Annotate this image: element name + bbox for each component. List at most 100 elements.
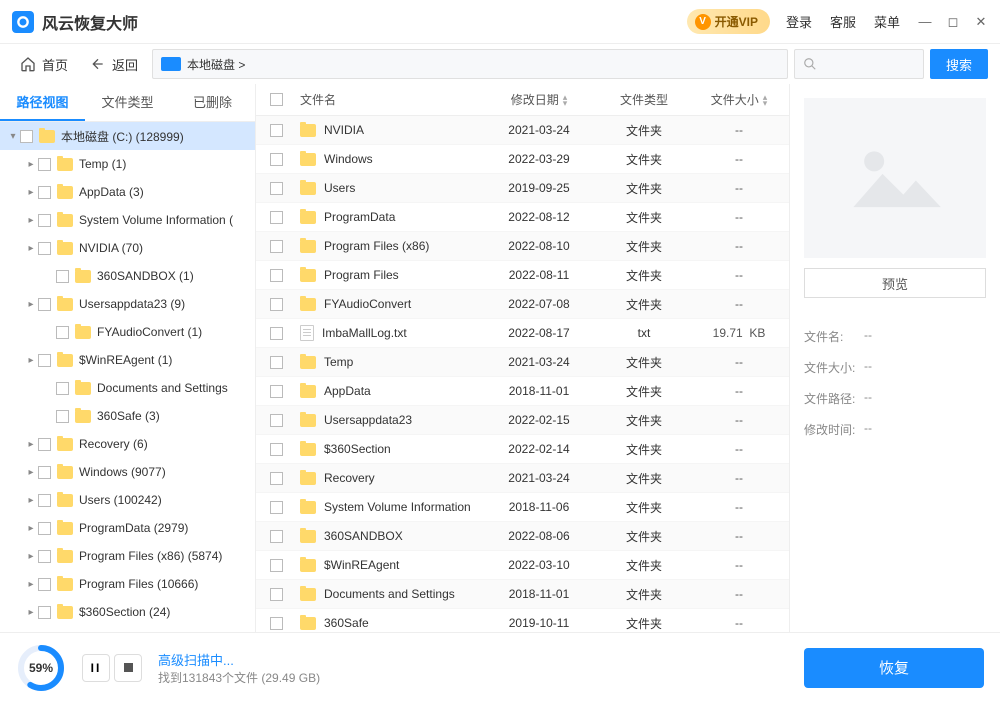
row-checkbox[interactable] <box>270 414 283 427</box>
row-checkbox[interactable] <box>270 327 283 340</box>
home-button[interactable]: 首页 <box>12 51 76 78</box>
tree-item[interactable]: ▸Temp (1) <box>0 150 255 178</box>
tree-item[interactable]: ▸System Volume Information ( <box>0 206 255 234</box>
tree-checkbox[interactable] <box>38 438 51 451</box>
file-row[interactable]: Recovery2021-03-24文件夹-- <box>256 464 789 493</box>
close-icon[interactable]: ✕ <box>974 14 988 30</box>
file-row[interactable]: 360SANDBOX2022-08-06文件夹-- <box>256 522 789 551</box>
file-row[interactable]: ImbaMallLog.txt2022-08-17txt19.71 KB <box>256 319 789 348</box>
stop-button[interactable] <box>114 654 142 682</box>
file-row[interactable]: Documents and Settings2018-11-01文件夹-- <box>256 580 789 609</box>
row-checkbox[interactable] <box>270 385 283 398</box>
row-checkbox[interactable] <box>270 269 283 282</box>
row-checkbox[interactable] <box>270 588 283 601</box>
tree-item[interactable]: ▸$360Section (24) <box>0 598 255 626</box>
recover-button[interactable]: 恢复 <box>804 648 984 688</box>
file-row[interactable]: Usersappdata232022-02-15文件夹-- <box>256 406 789 435</box>
tree-checkbox[interactable] <box>38 578 51 591</box>
tree-checkbox[interactable] <box>38 606 51 619</box>
back-button[interactable]: 返回 <box>82 51 146 78</box>
vip-button[interactable]: V 开通VIP <box>687 9 770 34</box>
tab-deleted[interactable]: 已删除 <box>170 84 255 121</box>
tree-checkbox[interactable] <box>56 270 69 283</box>
file-row[interactable]: FYAudioConvert2022-07-08文件夹-- <box>256 290 789 319</box>
tree-checkbox[interactable] <box>38 466 51 479</box>
row-checkbox[interactable] <box>270 298 283 311</box>
tree-item[interactable]: ▸ProgramData (2979) <box>0 514 255 542</box>
row-checkbox[interactable] <box>270 501 283 514</box>
preview-button[interactable]: 预览 <box>804 268 986 298</box>
search-input[interactable] <box>794 49 924 79</box>
tree-item[interactable]: ▾本地磁盘 (C:) (128999) <box>0 122 255 150</box>
tree-item[interactable]: 360SANDBOX (1) <box>0 262 255 290</box>
tree-checkbox[interactable] <box>38 186 51 199</box>
row-checkbox[interactable] <box>270 356 283 369</box>
file-type: 文件夹 <box>599 122 689 139</box>
row-checkbox[interactable] <box>270 617 283 630</box>
tree-checkbox[interactable] <box>38 298 51 311</box>
minimize-icon[interactable]: — <box>918 14 932 30</box>
file-row[interactable]: Program Files2022-08-11文件夹-- <box>256 261 789 290</box>
tree-checkbox[interactable] <box>38 354 51 367</box>
file-row[interactable]: NVIDIA2021-03-24文件夹-- <box>256 116 789 145</box>
file-date: 2022-03-29 <box>479 152 599 166</box>
row-checkbox[interactable] <box>270 211 283 224</box>
tree-item[interactable]: ▸AppData (3) <box>0 178 255 206</box>
row-checkbox[interactable] <box>270 443 283 456</box>
file-row[interactable]: AppData2018-11-01文件夹-- <box>256 377 789 406</box>
search-button[interactable]: 搜索 <box>930 49 988 79</box>
pause-button[interactable]: II <box>82 654 110 682</box>
col-type[interactable]: 文件类型 <box>599 91 689 108</box>
select-all-checkbox[interactable] <box>270 93 283 106</box>
row-checkbox[interactable] <box>270 182 283 195</box>
col-name[interactable]: 文件名 <box>296 91 479 108</box>
file-row[interactable]: 360Safe2019-10-11文件夹-- <box>256 609 789 632</box>
tree-checkbox[interactable] <box>56 410 69 423</box>
tree-checkbox[interactable] <box>56 326 69 339</box>
tab-file-type[interactable]: 文件类型 <box>85 84 170 121</box>
menu-button[interactable]: 菜单 <box>874 12 900 31</box>
tree-checkbox[interactable] <box>38 522 51 535</box>
row-checkbox[interactable] <box>270 153 283 166</box>
tree-item[interactable]: ▸$WinREAgent (1) <box>0 346 255 374</box>
col-date[interactable]: 修改日期▴▾ <box>479 91 599 108</box>
col-size[interactable]: 文件大小▴▾ <box>689 91 789 108</box>
tree-checkbox[interactable] <box>38 494 51 507</box>
login-button[interactable]: 登录 <box>786 12 812 31</box>
tree-checkbox[interactable] <box>38 550 51 563</box>
file-row[interactable]: Users2019-09-25文件夹-- <box>256 174 789 203</box>
tree-item[interactable]: ▸Users (100242) <box>0 486 255 514</box>
tree-checkbox[interactable] <box>38 158 51 171</box>
file-row[interactable]: System Volume Information2018-11-06文件夹-- <box>256 493 789 522</box>
file-date: 2022-08-11 <box>479 268 599 282</box>
tree-item[interactable]: 360Safe (3) <box>0 402 255 430</box>
tree-checkbox[interactable] <box>38 214 51 227</box>
support-button[interactable]: 客服 <box>830 12 856 31</box>
file-row[interactable]: Program Files (x86)2022-08-10文件夹-- <box>256 232 789 261</box>
file-row[interactable]: $360Section2022-02-14文件夹-- <box>256 435 789 464</box>
maximize-icon[interactable]: ◻ <box>946 14 960 30</box>
tree-item[interactable]: ▸Usersappdata23 (9) <box>0 290 255 318</box>
tree-checkbox[interactable] <box>56 382 69 395</box>
file-row[interactable]: Windows2022-03-29文件夹-- <box>256 145 789 174</box>
tree-checkbox[interactable] <box>38 242 51 255</box>
tab-path-view[interactable]: 路径视图 <box>0 84 85 121</box>
file-type: 文件夹 <box>599 528 689 545</box>
file-row[interactable]: Temp2021-03-24文件夹-- <box>256 348 789 377</box>
tree-item[interactable]: FYAudioConvert (1) <box>0 318 255 346</box>
tree-item[interactable]: ▸Program Files (x86) (5874) <box>0 542 255 570</box>
file-row[interactable]: $WinREAgent2022-03-10文件夹-- <box>256 551 789 580</box>
file-row[interactable]: ProgramData2022-08-12文件夹-- <box>256 203 789 232</box>
tree-item[interactable]: ▸Windows (9077) <box>0 458 255 486</box>
row-checkbox[interactable] <box>270 530 283 543</box>
row-checkbox[interactable] <box>270 472 283 485</box>
tree-item[interactable]: ▸Recovery (6) <box>0 430 255 458</box>
tree-item[interactable]: ▸Program Files (10666) <box>0 570 255 598</box>
tree-item[interactable]: ▸NVIDIA (70) <box>0 234 255 262</box>
row-checkbox[interactable] <box>270 240 283 253</box>
tree-item[interactable]: Documents and Settings <box>0 374 255 402</box>
tree-checkbox[interactable] <box>20 130 33 143</box>
row-checkbox[interactable] <box>270 124 283 137</box>
breadcrumb[interactable]: 本地磁盘 > <box>152 49 788 79</box>
row-checkbox[interactable] <box>270 559 283 572</box>
